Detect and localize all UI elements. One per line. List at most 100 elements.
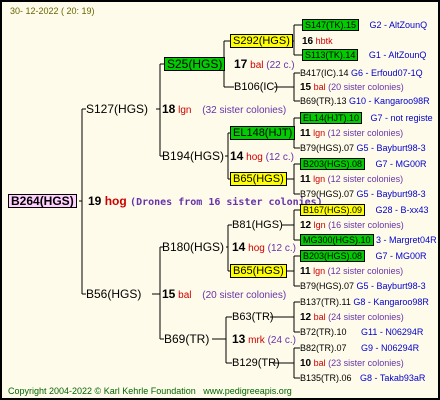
leaf-9-queen[interactable]: B79(HGS).07 [300,143,354,153]
leaf-14-year: 12 [300,220,312,231]
leaf-22-queen[interactable]: B82(TR).07 [300,343,347,353]
leaf-19-queen[interactable]: B137(TR).11 [300,297,351,307]
leaf-2-year: 16 [302,36,314,47]
queen-s292[interactable]: S292(HGS) [230,34,293,48]
copyright-text: Copyright 2004-2022 © Karl Kehrle Founda… [8,385,292,397]
queen-b69[interactable]: B69(TR) [164,333,209,345]
note-s127: (32 sister colonies) [202,105,287,116]
breeder-s127: lgn [178,105,192,116]
leaf-18: B79(HGS).07 G5 - Bayburt98-3 [300,280,426,292]
root-queen[interactable]: B264(HGS) [8,194,77,208]
leaf-17-breeder: lgn [313,266,326,276]
leaf-12: B79(HGS).07 G5 - Bayburt98-3 [300,188,426,200]
leaf-24-ref: G8 - Takab93aR [360,373,426,383]
queen-s25[interactable]: S25(HGS) [164,57,226,71]
leaf-3-ref: G1 - AltZounQ [368,50,427,60]
info-b56: 15 bal (20 sister colonies) [162,288,286,302]
leaf-14: 12 lgn (16 sister colonies) [300,219,404,232]
leaf-12-queen[interactable]: B79(HGS).07 [300,189,354,199]
queen-b65-a[interactable]: B65(HGS) [230,172,287,186]
leaf-8: 11 lgn (12 sister colonies) [300,127,403,140]
leaf-16-queen[interactable]: B203(HGS).08 [300,250,366,262]
breeder-b56: bal [178,290,192,301]
leaf-24-queen[interactable]: B135(TR).06 [300,373,352,383]
leaf-6-queen[interactable]: B69(TR).13 [300,96,347,106]
leaf-15-ref: 3 - Margret04R [376,235,437,245]
leaf-10: B203(HGS).08 G7 - MG00R [300,158,427,170]
leaf-21-queen[interactable]: B72(TR).10 [300,327,347,337]
queen-b81[interactable]: B81(HGS) [232,219,283,231]
site-link[interactable]: www.pedigreeapis.org [203,386,292,396]
leaf-11-year: 11 [300,174,311,185]
leaf-20-note: (24 sister colonies) [328,312,404,322]
leaf-23-year: 10 [300,358,312,369]
leaf-1-queen[interactable]: S147(TK).15 [302,19,360,31]
leaf-18-queen[interactable]: B79(HGS).07 [300,281,354,291]
leaf-5-year: 15 [300,82,312,93]
info-b194: 14 hog (12 c.) [230,150,294,164]
leaf-1-ref: G2 - AltZounQ [369,20,428,30]
leaf-17-year: 11 [300,266,311,277]
leaf-7: EL14(HJT).10 G7 - not registe [300,112,433,124]
breeder-b69: mrk [248,335,265,346]
leaf-8-year: 11 [300,128,311,139]
leaf-13-ref: G28 - B-xx43 [375,205,429,215]
queen-el148[interactable]: EL148(HJT) [230,126,296,140]
leaf-23: 10 bal (23 sister colonies) [300,357,404,370]
info-b180: 14 hog (12 c.) [232,241,296,255]
leaf-22-ref: G9 - N06294R [361,343,420,353]
leaf-19: B137(TR).11 G8 - Kangaroo98R [300,296,429,308]
leaf-11: 11 lgn (12 sister colonies) [300,173,403,186]
leaf-4: B417(IC).14 G6 - Erfoud07-1Q [300,67,423,79]
leaf-10-queen[interactable]: B203(HGS).08 [300,158,366,170]
note-s25: (22 c.) [266,60,295,71]
queen-b180[interactable]: B180(HGS) [162,241,224,253]
leaf-16: B203(HGS).08 G7 - MG00R [300,250,427,262]
leaf-23-note: (23 sister colonies) [328,358,404,368]
queen-b194[interactable]: B194(HGS) [162,150,224,162]
leaf-1: S147(TK).15 G2 - AltZounQ [302,19,427,31]
year-s25: 17 [234,57,248,71]
root-info: 19 hog (Drones from 16 sister colonies) [88,195,323,209]
info-b69: 13 mrk (24 c.) [232,333,296,347]
note-b180: (12 c.) [267,243,296,254]
queen-b56[interactable]: B56(HGS) [86,288,141,300]
leaf-20-breeder: bal [313,312,326,322]
year-b194: 14 [230,149,244,163]
leaf-16-ref: G7 - MG00R [375,251,427,261]
leaf-7-queen[interactable]: EL14(HJT).10 [300,112,363,124]
leaf-3-queen[interactable]: S113(TK).14 [302,49,359,61]
leaf-13-queen[interactable]: B167(HGS).09 [300,204,366,216]
leaf-4-queen[interactable]: B417(IC).14 [300,68,349,78]
queen-b63[interactable]: B63(TR) [232,311,274,323]
leaf-22: B82(TR).07 G9 - N06294R [300,342,419,354]
note-b69: (24 c.) [267,335,296,346]
leaf-20-year: 12 [300,312,312,323]
queen-b65-b[interactable]: B65(HGS) [230,264,287,278]
leaf-11-breeder: lgn [313,174,326,184]
leaf-23-breeder: bal [313,358,326,368]
date-stamp: 30- 12-2022 ( 20: 19) [10,6,95,16]
breeder-b194: hog [246,152,263,163]
leaf-17: 11 lgn (12 sister colonies) [300,265,403,278]
leaf-19-ref: G8 - Kangaroo98R [353,297,429,307]
leaf-9: B79(HGS).07 G5 - Bayburt98-3 [300,142,426,154]
queen-s127[interactable]: S127(HGS) [86,103,148,115]
queen-b129[interactable]: B129(TR) [232,357,280,369]
leaf-13: B167(HGS).09 G28 - B-xx43 [300,204,429,216]
leaf-21: B72(TR).10 G11 - N06294R [300,326,423,338]
leaf-18-ref: G5 - Bayburt98-3 [356,281,426,291]
root-note: (Drones from 16 sister colonies) [130,197,323,208]
leaf-8-note: (12 sister colonies) [327,128,404,138]
leaf-14-breeder: lgn [313,220,326,230]
queen-b106[interactable]: B106(IC) [234,81,278,93]
leaf-12-ref: G5 - Bayburt98-3 [356,189,426,199]
leaf-15: MG300(HGS).10 3 - Margret04R [300,234,437,246]
breeder-b180: hog [248,243,265,254]
leaf-14-note: (16 sister colonies) [328,220,404,230]
year-b180: 14 [232,240,246,254]
leaf-15-queen[interactable]: MG300(HGS).10 [300,234,374,246]
leaf-5-breeder: bal [313,82,326,92]
leaf-6-ref: G10 - Kangaroo98R [349,96,430,106]
copyright-label: Copyright 2004-2022 © Karl Kehrle Founda… [8,386,196,396]
